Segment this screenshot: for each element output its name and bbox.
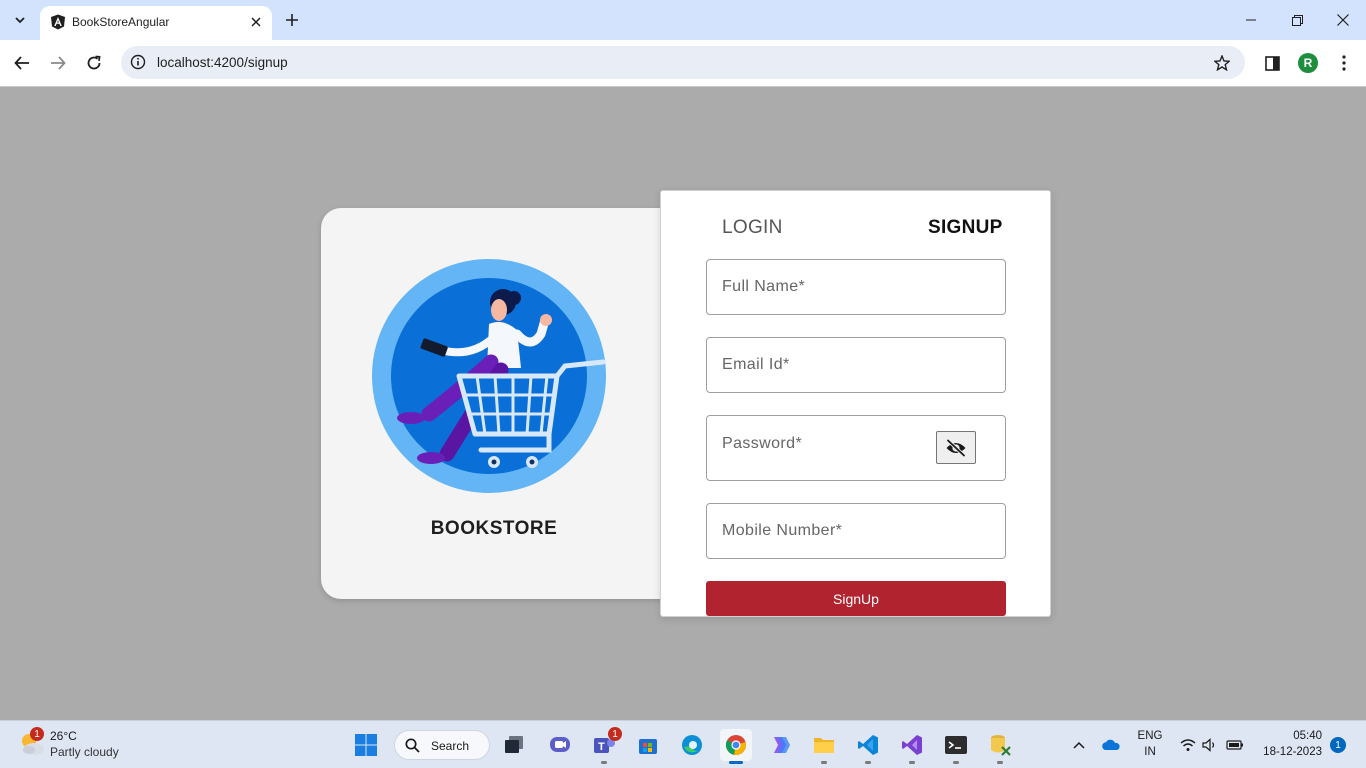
- window-close-icon[interactable]: [1320, 0, 1366, 40]
- terminal-icon[interactable]: [940, 729, 972, 764]
- database-tool-icon[interactable]: [984, 729, 1016, 764]
- profile-avatar[interactable]: R: [1297, 52, 1319, 74]
- tab-signup[interactable]: SIGNUP: [928, 217, 1003, 239]
- mobile-field[interactable]: [706, 503, 1006, 559]
- more-icon[interactable]: [1333, 52, 1355, 74]
- tab-search-icon[interactable]: [8, 8, 32, 32]
- close-icon[interactable]: [246, 12, 266, 32]
- clock-time[interactable]: 05:40: [1262, 730, 1322, 742]
- reload-icon[interactable]: [82, 51, 106, 75]
- battery-icon[interactable]: [1222, 729, 1248, 761]
- browser-tab[interactable]: BookStoreAngular: [40, 6, 272, 40]
- weather-condition: Partly cloudy: [50, 745, 119, 759]
- url-text[interactable]: localhost:4200/signup: [157, 54, 288, 71]
- store-icon[interactable]: [632, 729, 664, 761]
- visual-studio-icon[interactable]: [896, 729, 928, 764]
- avatar: R: [1298, 53, 1318, 73]
- clock-date: 18-12-2023: [1263, 746, 1322, 758]
- tab-title: BookStoreAngular: [72, 15, 170, 29]
- weather-widget[interactable]: 1: [18, 727, 46, 758]
- svg-text:T: T: [598, 741, 605, 753]
- forward-icon[interactable]: [46, 51, 70, 75]
- shopping-cart-illustration: [371, 258, 607, 494]
- file-explorer-icon[interactable]: [808, 729, 840, 764]
- onedrive-icon[interactable]: [1096, 729, 1126, 761]
- full-name-input[interactable]: [707, 260, 1005, 314]
- brand-card: BOOKSTORE: [321, 208, 681, 599]
- password-visibility-toggle[interactable]: [936, 431, 976, 464]
- full-name-field[interactable]: [706, 259, 1006, 315]
- notification-badge[interactable]: 1: [1330, 737, 1346, 753]
- restore-icon[interactable]: [1274, 0, 1320, 40]
- email-input[interactable]: [707, 338, 1005, 392]
- volume-icon[interactable]: [1198, 729, 1222, 761]
- search-label: Search: [431, 739, 470, 753]
- signup-button[interactable]: SignUp: [706, 581, 1006, 616]
- taskbar: 1 26°C Partly cloudy Search T 1 ENG IN 0…: [0, 720, 1366, 768]
- browser-tab-bar: BookStoreAngular: [0, 0, 1366, 40]
- windows-start-icon[interactable]: [350, 729, 382, 761]
- signup-form-card: LOGIN SIGNUP SignUp: [660, 190, 1051, 617]
- address-bar[interactable]: localhost:4200/signup: [121, 46, 1245, 79]
- mobile-input[interactable]: [707, 504, 1005, 558]
- minimize-icon[interactable]: [1228, 0, 1274, 40]
- vscode-icon[interactable]: [852, 729, 884, 764]
- taskbar-search[interactable]: Search: [394, 730, 490, 760]
- angular-favicon-icon: [50, 14, 66, 30]
- plus-icon[interactable]: [282, 10, 302, 30]
- tab-login[interactable]: LOGIN: [722, 217, 783, 239]
- edge-icon[interactable]: [676, 729, 708, 761]
- copilot-icon[interactable]: [764, 729, 796, 761]
- email-field[interactable]: [706, 337, 1006, 393]
- star-icon[interactable]: [1211, 52, 1233, 74]
- language-indicator-top[interactable]: ENG: [1134, 730, 1166, 742]
- chevron-up-icon[interactable]: [1064, 729, 1094, 761]
- password-field[interactable]: [706, 415, 1006, 481]
- brand-title: BOOKSTORE: [430, 518, 558, 539]
- search-icon: [405, 738, 420, 753]
- teams-badge: 1: [608, 727, 622, 741]
- site-info-icon[interactable]: [129, 53, 147, 71]
- eye-slash-icon: [946, 438, 966, 457]
- side-panel-icon[interactable]: [1261, 52, 1283, 74]
- weather-badge: 1: [30, 727, 44, 741]
- task-view-icon[interactable]: [498, 729, 530, 761]
- meet-icon[interactable]: [544, 729, 576, 761]
- language-indicator-bottom: IN: [1144, 746, 1156, 758]
- wifi-icon[interactable]: [1176, 729, 1200, 761]
- weather-temp: 26°C: [50, 729, 77, 743]
- browser-toolbar: localhost:4200/signup R: [0, 40, 1366, 87]
- teams-icon[interactable]: T 1: [588, 727, 622, 764]
- chrome-icon[interactable]: [720, 729, 752, 764]
- back-icon[interactable]: [10, 51, 34, 75]
